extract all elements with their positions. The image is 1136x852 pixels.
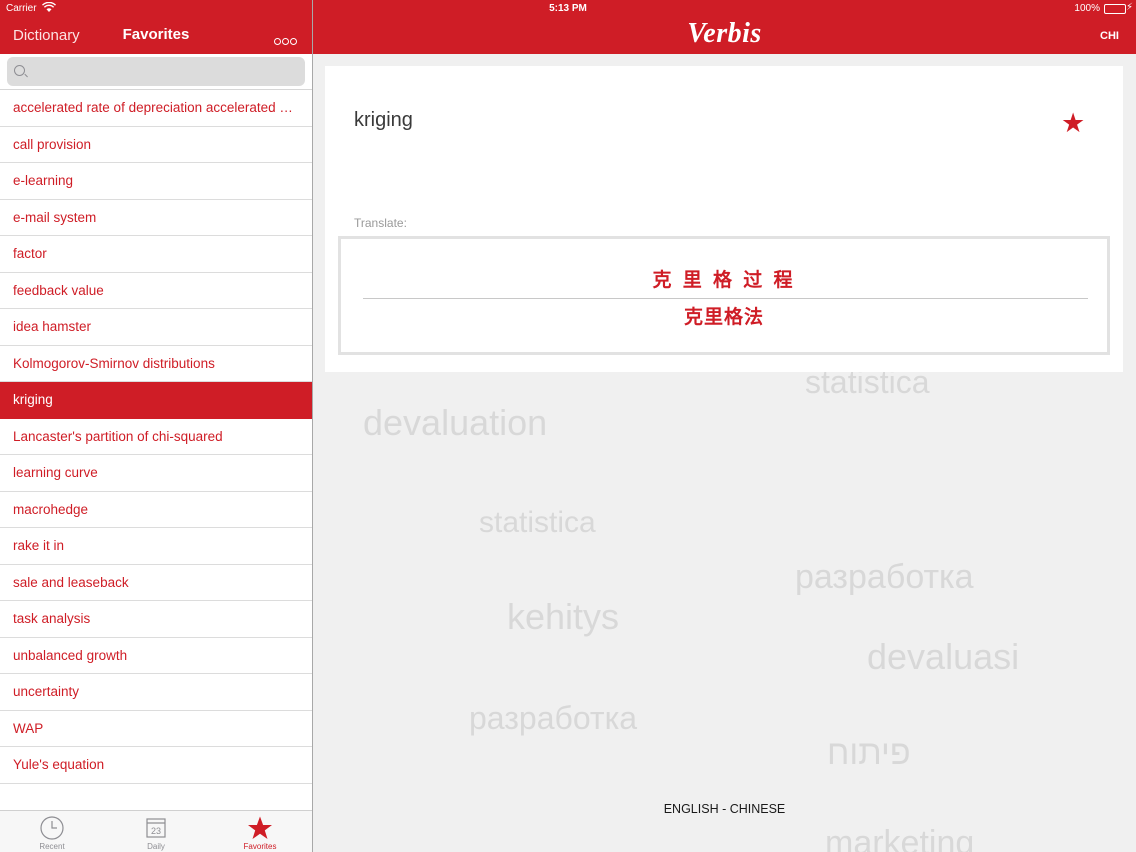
tab-favorites-label: Favorites xyxy=(243,842,277,851)
background-word: marketing xyxy=(825,824,975,852)
background-word: разработка xyxy=(795,558,974,596)
language-button[interactable]: CHI xyxy=(1100,30,1119,42)
top-bar: Carrier 5:13 PM 100% ⚡ Dictionary Favori… xyxy=(0,0,1136,54)
more-options-icon[interactable] xyxy=(274,32,300,45)
favorites-list-item[interactable]: sale and leaseback xyxy=(0,564,312,601)
background-word: kehitys xyxy=(507,596,620,637)
page-title: Favorites xyxy=(122,26,190,43)
tab-bar: Recent 23 Daily Favorites xyxy=(0,810,312,852)
battery-percentage: 100% xyxy=(1074,3,1100,14)
favorite-star-icon[interactable]: ★ xyxy=(1061,110,1085,137)
favorites-list-item[interactable]: Kolmogorov-Smirnov distributions xyxy=(0,345,312,382)
favorites-list-item[interactable]: call provision xyxy=(0,126,312,163)
translate-label: Translate: xyxy=(354,216,407,230)
search-field[interactable] xyxy=(7,57,305,86)
favorites-list-item[interactable]: uncertainty xyxy=(0,674,312,711)
tab-daily[interactable]: 23 Daily xyxy=(104,813,208,852)
calendar-icon: 23 xyxy=(146,818,166,838)
background-word: разработка xyxy=(469,700,638,736)
favorites-list-item[interactable]: kriging xyxy=(0,382,312,419)
translation-primary: 克 里 格 过 程 xyxy=(652,270,796,291)
translation-divider xyxy=(363,298,1088,299)
status-time: 5:13 PM xyxy=(549,3,587,14)
favorites-sidebar: accelerated rate of depreciation acceler… xyxy=(0,54,312,852)
search-icon xyxy=(14,65,25,76)
status-bar: Carrier 5:13 PM 100% ⚡ xyxy=(0,0,1136,18)
tab-favorites[interactable]: Favorites xyxy=(208,813,312,852)
sidebar-nav-bar: Dictionary Favorites xyxy=(0,18,312,54)
star-icon xyxy=(248,816,272,839)
favorites-list-item[interactable]: WAP xyxy=(0,710,312,747)
background-word: devaluation xyxy=(363,402,548,443)
favorites-list-item[interactable]: macrohedge xyxy=(0,491,312,528)
background-word: statistica xyxy=(479,506,596,539)
search-bar xyxy=(0,54,312,90)
tab-daily-label: Daily xyxy=(147,842,165,851)
clock-icon xyxy=(40,816,64,840)
favorites-list-item[interactable]: Lancaster's partition of chi-squared xyxy=(0,418,312,455)
entry-card: kriging ★ Translate: 克 里 格 过 程 克里格法 xyxy=(325,66,1123,372)
app-logo: Verbis xyxy=(687,18,762,49)
search-input[interactable] xyxy=(33,57,298,86)
detail-pane: statistica devaluation разработка kehity… xyxy=(313,54,1136,852)
charging-icon: ⚡ xyxy=(1125,2,1133,13)
calendar-day: 23 xyxy=(151,826,161,836)
tab-recent-label: Recent xyxy=(39,842,65,851)
favorites-list: accelerated rate of depreciation acceler… xyxy=(0,90,312,784)
favorites-list-item[interactable]: idea hamster xyxy=(0,309,312,346)
favorites-list-item[interactable]: unbalanced growth xyxy=(0,637,312,674)
translation-secondary: 克里格法 xyxy=(683,307,764,328)
translation-box: 克 里 格 过 程 克里格法 xyxy=(338,236,1110,355)
tab-recent[interactable]: Recent xyxy=(0,813,104,852)
favorites-list-item[interactable]: feedback value xyxy=(0,272,312,309)
favorites-list-item[interactable]: learning curve xyxy=(0,455,312,492)
favorites-list-item[interactable]: Yule's equation xyxy=(0,747,312,784)
favorites-list-item[interactable]: rake it in xyxy=(0,528,312,565)
favorites-list-item[interactable]: task analysis xyxy=(0,601,312,638)
language-pair-label[interactable]: ENGLISH - CHINESE xyxy=(313,802,1136,816)
favorites-list-item[interactable]: e-learning xyxy=(0,163,312,200)
favorites-list-item[interactable]: factor xyxy=(0,236,312,273)
background-word: פיתוח xyxy=(827,734,911,772)
entry-term: kriging xyxy=(354,109,413,131)
battery-icon xyxy=(1104,4,1126,14)
split-divider xyxy=(312,0,313,852)
favorites-list-item[interactable]: accelerated rate of depreciation acceler… xyxy=(0,90,312,127)
background-word: devaluasi xyxy=(867,636,1020,677)
favorites-list-item[interactable]: e-mail system xyxy=(0,199,312,236)
